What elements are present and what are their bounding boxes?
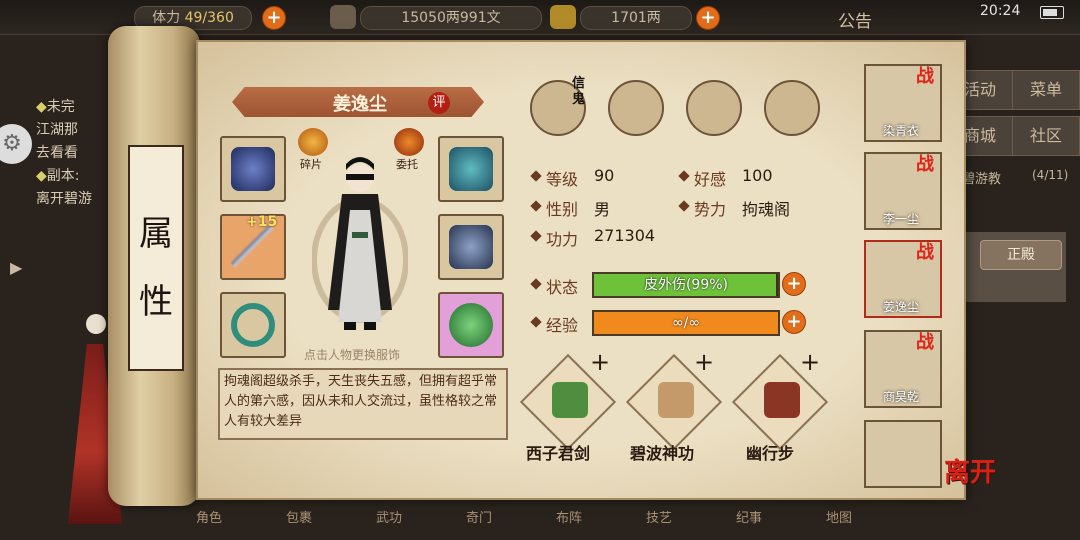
body-meridian-icon[interactable] [764,80,820,136]
level-label: 等级 [546,170,579,189]
gold-display: 1701两 [580,6,692,30]
bottom-menu-item[interactable]: 布阵 [540,500,598,538]
bottom-menu-item[interactable]: 包裹 [270,500,328,538]
state-label: 状态 [546,278,579,297]
panel-title: 属性 [139,214,173,322]
bottom-menu-item[interactable]: 角色 [180,500,238,538]
character-figure[interactable] [312,150,408,340]
tassel-bead [86,314,106,334]
state-bar: 皮外伤(99%) [592,272,780,298]
main-hall-button[interactable]: 正殿 [980,240,1062,270]
gear-icon[interactable]: ⚙ [0,124,32,164]
hat-icon [449,147,493,191]
exp-bar: ∞/∞ [592,310,780,336]
add-gold-button[interactable]: + [696,6,720,30]
battle-mark: 战 [916,332,934,353]
book-icon [764,382,800,418]
equip-slot-hat[interactable] [438,136,504,202]
tag-icon[interactable] [608,80,664,136]
skill-add-3-button[interactable]: + [800,348,820,376]
skill-add-1-button[interactable]: + [590,348,610,376]
equip-slot-armor[interactable] [438,214,504,280]
status-tag: 信鬼 [572,76,586,107]
battle-mark: 战 [916,154,934,175]
scroll-icon [658,382,694,418]
bottom-menu-item[interactable]: 奇门 [450,500,508,538]
leave-button[interactable]: 离开 [944,452,1016,502]
level-value: 90 [594,166,615,185]
roster-name: 姜逸尘 [882,300,919,314]
quest-line: 副本: [46,168,80,184]
yin-yang-icon[interactable] [686,80,742,136]
armor-icon [449,225,493,269]
bottom-menu-item[interactable]: 技艺 [630,500,688,538]
roster-name: 染青衣 [882,124,919,138]
power-value: 271304 [594,226,656,245]
skill-name-3: 幽行步 [746,444,795,463]
amulet-icon [449,303,493,347]
expand-arrow-icon[interactable]: ▶ [10,258,30,284]
ring-icon [231,303,275,347]
gold-ingot-icon [550,5,576,29]
character-bio: 拘魂阁超级杀手，天生丧失五感，但拥有超乎常人的第六感，因从未和人交流过，虽性格较… [224,374,498,429]
community-button[interactable]: 社区 [1012,116,1080,156]
roster-name: 李一尘 [882,212,919,226]
state-text: 皮外伤(99%) [643,277,729,293]
equip-slot-ring[interactable] [220,292,286,358]
menu-button[interactable]: 菜单 [1012,70,1080,110]
roster-portrait[interactable] [864,420,942,488]
add-stamina-button[interactable]: + [262,6,286,30]
stamina-label: 体力 [152,10,181,26]
bottom-menu-item[interactable]: 武功 [360,500,418,538]
sect-count: (4/11) [1032,168,1069,182]
exp-label: 经验 [546,316,579,335]
battle-mark: 战 [916,66,934,87]
rate-button[interactable]: 评 [428,92,450,114]
add-exp-button[interactable]: + [782,310,806,334]
sword-icon [231,225,275,269]
exp-text: ∞/∞ [671,315,701,331]
gender-value: 男 [594,200,611,219]
favor-label: 好感 [694,170,727,189]
equip-slot-gloves[interactable] [220,136,286,202]
silver-icon [330,5,356,29]
weapon-upgrade-level: +15 [246,214,278,230]
battle-mark: 战 [916,242,934,263]
sword-scroll-icon [552,382,588,418]
change-outfit-hint: 点击人物更换服饰 [304,348,401,362]
power-label: 功力 [546,230,579,249]
faction-label: 势力 [694,200,727,219]
heal-button[interactable]: + [782,272,806,296]
favor-value: 100 [742,166,773,185]
clock: 20:24 [980,3,1021,19]
battery-icon [1040,6,1064,19]
quest-line: 未完 [46,99,75,115]
bottom-menu-item[interactable]: 纪事 [720,500,778,538]
bottom-menu-item[interactable]: 地图 [810,500,868,538]
bottom-menu: 角色 包裹 武功 奇门 布阵 技艺 纪事 地图 [180,500,980,540]
silver-display: 15050两991文 [360,6,542,30]
skill-add-2-button[interactable]: + [694,348,714,376]
equip-slot-amulet[interactable] [438,292,504,358]
character-name: 姜逸尘 [333,94,387,115]
skill-name-2: 碧波神功 [630,444,695,463]
stamina-value: 49/360 [184,10,234,26]
faction-value: 拘魂阁 [742,200,791,219]
notice-button[interactable]: 公告 [838,7,872,32]
gender-label: 性别 [546,200,579,219]
skill-name-1: 西子君剑 [526,444,591,463]
roster-name: 商昊乾 [882,390,919,404]
gauntlet-icon [231,147,275,191]
sect-label: 碧游教 [962,172,1002,187]
